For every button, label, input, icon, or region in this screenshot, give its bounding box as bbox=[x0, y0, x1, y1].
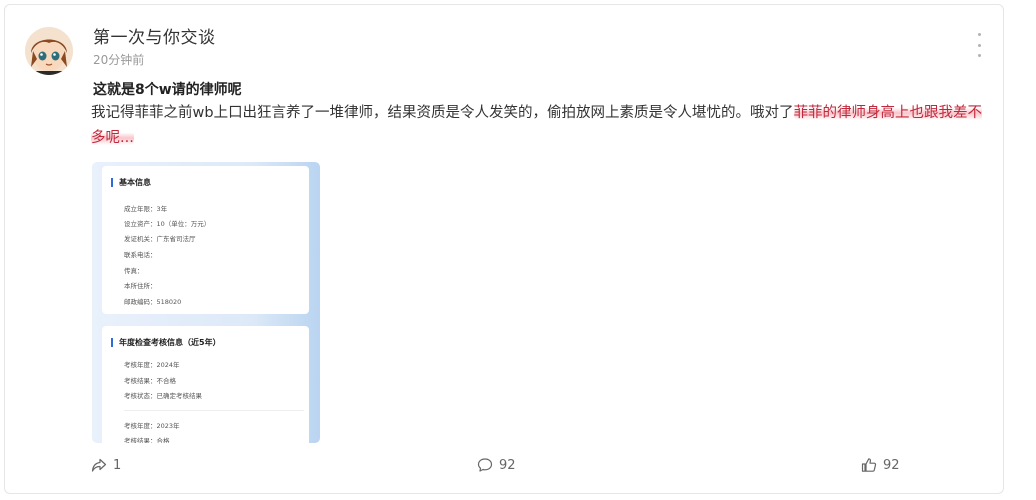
more-icon[interactable] bbox=[971, 33, 987, 57]
image-row: 传真： bbox=[124, 267, 144, 275]
username[interactable]: 第一次与你交谈 bbox=[93, 23, 216, 48]
share-count: 1 bbox=[113, 457, 122, 473]
avatar[interactable] bbox=[25, 27, 73, 75]
post-time: 20分钟前 bbox=[93, 53, 145, 67]
post-body-text: 我记得菲菲之前wb上口出狂言养了一堆律师，结果资质是令人发笑的，偷拍放网上素质是… bbox=[91, 105, 794, 121]
image-section-title: 年度检查考核信息（近5年） bbox=[119, 338, 221, 347]
image-row: 考核年度：2024年 bbox=[124, 361, 180, 369]
image-row: 考核年度：2023年 bbox=[124, 422, 180, 430]
like-icon bbox=[861, 458, 877, 472]
image-panel-annual-review: 年度检查考核信息（近5年） 考核年度：2024年 考核结果：不合格 考核状态：已… bbox=[102, 326, 309, 443]
image-row: 考核结果：合格 bbox=[124, 437, 170, 443]
post-title: 这就是8个w请的律师呢 bbox=[93, 82, 242, 98]
like-count: 92 bbox=[883, 457, 900, 473]
like-button[interactable]: 92 bbox=[861, 457, 900, 473]
image-section-title: 基本信息 bbox=[119, 178, 151, 187]
share-button[interactable]: 1 bbox=[91, 457, 121, 473]
image-row: 邮政编码：518020 bbox=[124, 298, 182, 306]
avatar-image bbox=[25, 27, 73, 75]
image-panel-basic-info: 基本信息 成立年限：3年 设立资产：10（单位：万元） 发证机关：广东省司法厅 … bbox=[102, 166, 309, 314]
image-row: 本所住所： bbox=[124, 282, 157, 290]
post-image[interactable]: 基本信息 成立年限：3年 设立资产：10（单位：万元） 发证机关：广东省司法厅 … bbox=[92, 162, 320, 443]
share-icon bbox=[91, 458, 107, 472]
image-row: 考核结果：不合格 bbox=[124, 377, 176, 385]
post-card: 第一次与你交谈 20分钟前 这就是8个w请的律师呢 我记得菲菲之前wb上口出狂言… bbox=[4, 4, 1004, 494]
image-row: 设立资产：10（单位：万元） bbox=[124, 220, 211, 228]
comment-icon bbox=[477, 458, 493, 472]
image-section-header: 年度检查考核信息（近5年） bbox=[111, 337, 221, 348]
image-row: 考核状态：已确定考核结果 bbox=[124, 392, 202, 400]
image-section-header: 基本信息 bbox=[111, 177, 151, 188]
image-divider bbox=[124, 410, 304, 411]
post-body: 我记得菲菲之前wb上口出狂言养了一堆律师，结果资质是令人发笑的，偷拍放网上素质是… bbox=[91, 101, 991, 151]
image-row: 发证机关：广东省司法厅 bbox=[124, 235, 196, 243]
comment-count: 92 bbox=[499, 457, 516, 473]
image-row: 联系电话： bbox=[124, 251, 157, 259]
comment-button[interactable]: 92 bbox=[477, 457, 516, 473]
image-row: 成立年限：3年 bbox=[124, 205, 168, 213]
action-bar: 1 92 92 bbox=[5, 457, 1005, 481]
